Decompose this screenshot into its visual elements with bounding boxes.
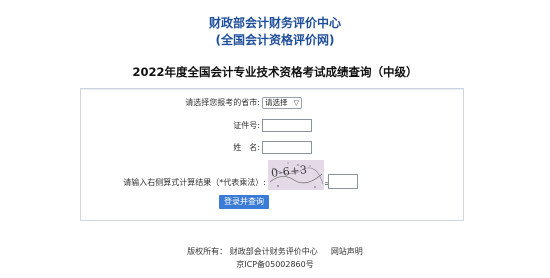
province-label: 请选择您报考的省市: [185,98,260,107]
site-statement-link[interactable]: 网站声明 [331,247,363,256]
page-title: 2022年度全国会计专业技术资格考试成绩查询（中级） [132,65,418,79]
province-select[interactable]: 请选择 ▽ [262,97,302,109]
name-input[interactable] [262,141,312,154]
captcha-label: 请输入右侧算式计算结果（*代表乘法）: [123,178,266,187]
copyright-org: 财政部会计财务评价中心 [229,247,318,256]
id-label: 证件号: [233,121,260,130]
id-number-input[interactable] [262,119,312,132]
page: 财政部会计财务评价中心 (全国会计资格评价网) 2022年度全国会计专业技术资格… [0,0,550,278]
chevron-down-icon: ▽ [293,99,299,107]
org-site-name: (全国会计资格评价网) [215,33,335,47]
province-select-value: 请选择 [265,98,288,107]
footer-copyright: 版权所有： 财政部会计财务评价中心 网站声明 [0,246,550,257]
footer-icp: 京ICP备05002860号 [236,260,314,269]
login-query-button[interactable]: 登录并查询 [219,195,269,209]
captcha-image[interactable]: 0-6+3 [268,160,324,190]
name-label: 姓 名: [233,143,260,152]
form-box-divider [81,89,463,90]
captcha-answer-input[interactable] [328,174,358,189]
copyright-label: 版权所有： [187,247,228,256]
org-name: 财政部会计财务评价中心 [208,16,341,30]
